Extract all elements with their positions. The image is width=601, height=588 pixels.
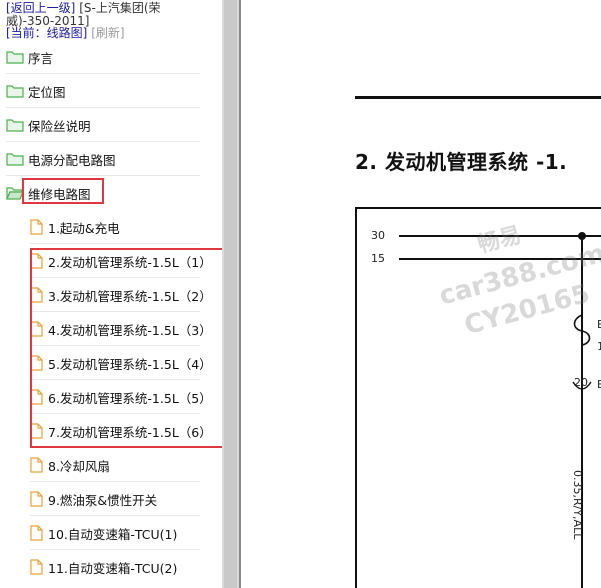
- fuse-label: E: [597, 318, 601, 331]
- refresh-link[interactable]: [刷新]: [91, 26, 124, 40]
- connector-symbol: [572, 381, 592, 390]
- tree-item-label: 8.冷却风扇: [48, 458, 110, 474]
- tree-doc-9[interactable]: 9.燃油泵&惯性开关: [30, 482, 157, 516]
- tree-folder-location[interactable]: 定位图: [6, 74, 66, 108]
- tree-item-label: 10.自动变速箱-TCU(1): [48, 526, 178, 542]
- tree-doc-8[interactable]: 8.冷却风扇: [30, 448, 110, 482]
- highlight-box: [30, 248, 222, 448]
- wire-label-30: 30: [371, 229, 385, 242]
- folder-icon: [6, 85, 24, 98]
- document-icon: [30, 219, 43, 235]
- current-row: [当前：线路图] [刷新]: [6, 27, 125, 40]
- tree-item-label: 保险丝说明: [28, 118, 91, 134]
- tree-folder-fuse[interactable]: 保险丝说明: [6, 108, 91, 142]
- fuse-label-num: 1: [597, 340, 601, 353]
- document-icon: [30, 491, 43, 507]
- tree-item-label: 电源分配电路图: [28, 152, 116, 168]
- document-icon: [30, 457, 43, 473]
- tree-item-label: 11.自动变速箱-TCU(2): [48, 560, 178, 576]
- diagram-title: 2. 发动机管理系统 -1.: [355, 150, 568, 174]
- connector-label: E: [597, 378, 601, 391]
- tree-item-label: 1.起动&充电: [48, 220, 120, 236]
- tree-folder-power[interactable]: 电源分配电路图: [6, 142, 116, 176]
- sidebar-header: [返回上一级] [S-上汽集团(荣威)-350-2011]: [6, 2, 206, 28]
- tree-item-label: 9.燃油泵&惯性开关: [48, 492, 158, 508]
- current-label[interactable]: [当前：线路图]: [6, 26, 87, 40]
- header-rule: [355, 96, 601, 99]
- tree-item-label: 定位图: [28, 84, 66, 100]
- tree-doc-11[interactable]: 11.自动变速箱-TCU(2): [30, 550, 177, 584]
- document-icon: [30, 525, 43, 541]
- diagram-viewer: 2. 发动机管理系统 -1. 30 15 E 1 20 E 0.35,R/Y,A…: [241, 0, 601, 588]
- tree-doc-1[interactable]: 1.起动&充电: [30, 210, 120, 244]
- wire-label-15: 15: [371, 252, 385, 265]
- highlight-box: [22, 178, 104, 204]
- tree-folder-preface[interactable]: 序言: [6, 40, 53, 74]
- scrollbar-thumb[interactable]: [224, 0, 237, 588]
- folder-icon: [6, 51, 24, 64]
- tree-doc-10[interactable]: 10.自动变速箱-TCU(1): [30, 516, 177, 550]
- folder-icon: [6, 153, 24, 166]
- wire-code-label: 0.35,R/Y,ALL: [571, 470, 584, 540]
- tree-sidebar: [返回上一级] [S-上汽集团(荣威)-350-2011] [当前：线路图] […: [0, 0, 222, 588]
- tree-item-label: 序言: [28, 50, 54, 66]
- document-icon: [30, 559, 43, 575]
- back-link[interactable]: [返回上一级]: [6, 1, 75, 15]
- folder-icon: [6, 119, 24, 132]
